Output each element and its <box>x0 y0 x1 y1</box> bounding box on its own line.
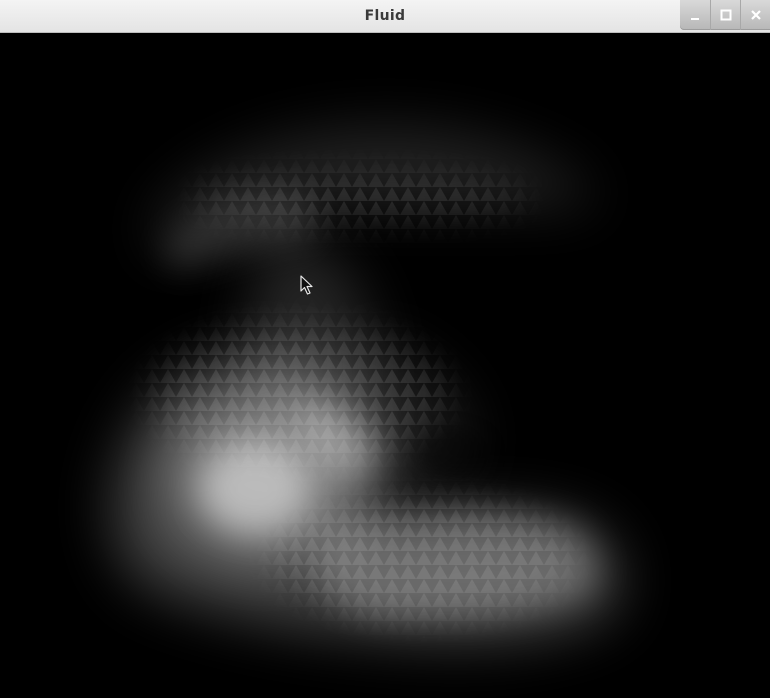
window-title: Fluid <box>364 8 406 24</box>
window-controls <box>680 0 770 30</box>
fluid-canvas[interactable] <box>0 33 770 698</box>
maximize-icon <box>720 9 732 21</box>
minimize-button[interactable] <box>680 0 710 30</box>
maximize-button[interactable] <box>710 0 740 30</box>
close-button[interactable] <box>740 0 770 30</box>
smoke-simulation <box>0 33 770 698</box>
minimize-icon <box>691 18 699 20</box>
app-window: Fluid <box>0 0 770 698</box>
close-icon <box>751 10 761 20</box>
mouse-pointer-icon <box>300 275 313 295</box>
title-bar[interactable]: Fluid <box>0 0 770 33</box>
